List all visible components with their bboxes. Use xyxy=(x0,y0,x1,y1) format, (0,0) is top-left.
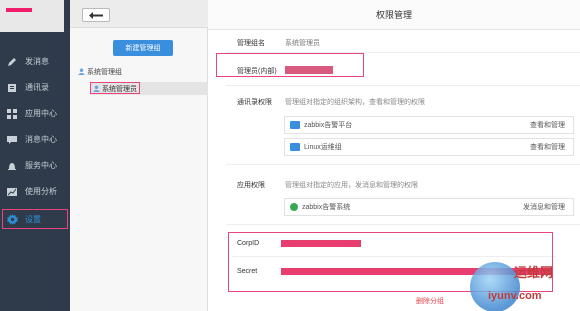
contact-item: zabbix告警平台 查看和管理 xyxy=(284,116,574,134)
nav-item-analytics[interactable]: 使用分析 xyxy=(0,179,70,204)
app-perm-desc: 管理组对指定的应用，发消息和管理的权限 xyxy=(285,182,418,189)
nav-label: 服务中心 xyxy=(25,161,57,170)
divider xyxy=(226,164,580,165)
nav-label: 应用中心 xyxy=(25,109,57,118)
app-item: zabbix告警系统 发消息和管理 xyxy=(284,198,574,216)
watermark-logo xyxy=(470,262,520,311)
group-name-value: 系统管理员 xyxy=(285,40,320,47)
nav-item-service-center[interactable]: 服务中心 xyxy=(0,153,70,178)
tree-root-label: 系统管理组 xyxy=(87,69,122,76)
service-icon xyxy=(6,161,18,171)
page-title: 权限管理 xyxy=(208,0,580,30)
contact-item: Linux运维组 查看和管理 xyxy=(284,138,574,156)
folder-icon xyxy=(290,121,300,129)
contacts-perm-desc: 管理组对指定的组织架构，查看和管理的权限 xyxy=(285,99,425,106)
contact-name: Linux运维组 xyxy=(304,144,342,151)
message-icon xyxy=(6,135,18,145)
group-panel: 新建管理组 系统管理组 系统管理员 xyxy=(70,0,208,311)
contacts-perm-label: 通讯录权限 xyxy=(237,99,272,106)
highlight-box-tree-item xyxy=(90,82,140,94)
nav-item-send-message[interactable]: 发消息 xyxy=(0,49,70,74)
nav-item-app-center[interactable]: 应用中心 xyxy=(0,101,70,126)
nav-item-contacts[interactable]: 通讯录 xyxy=(0,75,70,100)
apps-icon xyxy=(6,108,18,119)
contact-action-link[interactable]: 查看和管理 xyxy=(530,142,565,152)
highlight-box-settings xyxy=(2,209,68,229)
group-name-label: 管理组名 xyxy=(237,40,265,47)
brand-area xyxy=(0,0,64,32)
delete-group-link[interactable]: 删除分组 xyxy=(416,296,444,306)
watermark-cn: 运维网 xyxy=(514,265,554,280)
app-perm-label: 应用权限 xyxy=(237,182,265,189)
contact-action-link[interactable]: 查看和管理 xyxy=(530,120,565,130)
arrow-left-icon xyxy=(89,11,103,19)
nav-label: 消息中心 xyxy=(25,135,57,144)
watermark-url: iyunv.com xyxy=(488,290,542,302)
nav-label: 通讯录 xyxy=(25,83,49,92)
new-group-button[interactable]: 新建管理组 xyxy=(113,40,173,56)
nav-item-message-center[interactable]: 消息中心 xyxy=(0,127,70,152)
highlight-box-admin xyxy=(216,53,364,77)
app-name: zabbix告警系统 xyxy=(302,204,351,211)
panel-topbar xyxy=(70,0,208,28)
divider xyxy=(226,85,580,86)
app-icon xyxy=(290,203,298,211)
folder-icon xyxy=(290,143,300,151)
analytics-icon xyxy=(6,187,18,197)
logo xyxy=(6,8,32,12)
pencil-icon xyxy=(6,57,18,67)
left-nav: 发消息 通讯录 应用中心 消息中心 服务中心 使用分析 设置 xyxy=(0,0,70,311)
tree-root[interactable]: 系统管理组 xyxy=(78,67,122,77)
nav-label: 发消息 xyxy=(25,57,49,66)
contacts-icon xyxy=(6,83,18,93)
contact-name: zabbix告警平台 xyxy=(304,122,353,129)
nav-label: 使用分析 xyxy=(25,187,57,196)
back-button[interactable] xyxy=(82,8,110,22)
person-icon xyxy=(78,67,85,77)
app-action-link[interactable]: 发消息和管理 xyxy=(523,202,565,212)
watermark: 运维网 iyunv.com xyxy=(470,258,578,311)
divider xyxy=(226,224,580,225)
